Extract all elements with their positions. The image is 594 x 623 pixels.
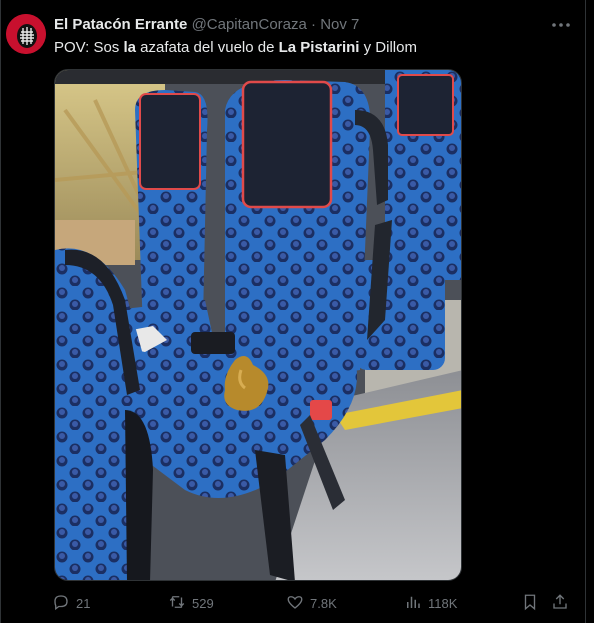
like-button[interactable]: 7.8K — [286, 592, 337, 614]
text-part: POV: Sos — [54, 39, 124, 56]
share-icon — [551, 593, 569, 614]
author-name[interactable]: El Patacón Errante — [54, 16, 187, 33]
views-icon — [404, 593, 422, 614]
text-part-bold: La Pistarini — [278, 39, 360, 56]
text-part: azafata del vuelo de — [136, 39, 279, 56]
repost-button[interactable]: 529 — [168, 592, 214, 614]
author-handle[interactable]: @CapitanCoraza — [192, 16, 307, 33]
repost-count: 529 — [192, 595, 214, 611]
tweet: El Patacón Errante @CapitanCoraza · Nov … — [0, 0, 594, 623]
text-part-bold: la — [123, 39, 136, 56]
reply-button[interactable]: 21 — [52, 592, 90, 614]
share-button[interactable] — [551, 592, 569, 614]
more-icon[interactable] — [549, 15, 573, 35]
reply-icon — [52, 593, 70, 614]
meta-separator: · — [311, 16, 317, 33]
repost-icon — [168, 593, 186, 614]
tweet-text: POV: Sos la azafata del vuelo de La Pist… — [54, 38, 417, 58]
tweet-photo[interactable] — [54, 69, 462, 581]
views-count: 118K — [428, 595, 458, 611]
action-bar: 21 529 7.8K 118K — [52, 592, 572, 616]
bookmark-icon — [521, 593, 539, 614]
reply-count: 21 — [76, 595, 91, 611]
text-part: y Dillom — [359, 39, 417, 56]
avatar[interactable] — [6, 14, 46, 54]
like-icon — [286, 593, 304, 614]
tweet-header: El Patacón Errante @CapitanCoraza · Nov … — [54, 15, 359, 35]
tweet-date[interactable]: Nov 7 — [320, 16, 359, 33]
bookmark-button[interactable] — [521, 592, 539, 614]
like-count: 7.8K — [310, 595, 337, 611]
views-button[interactable]: 118K — [404, 592, 457, 614]
